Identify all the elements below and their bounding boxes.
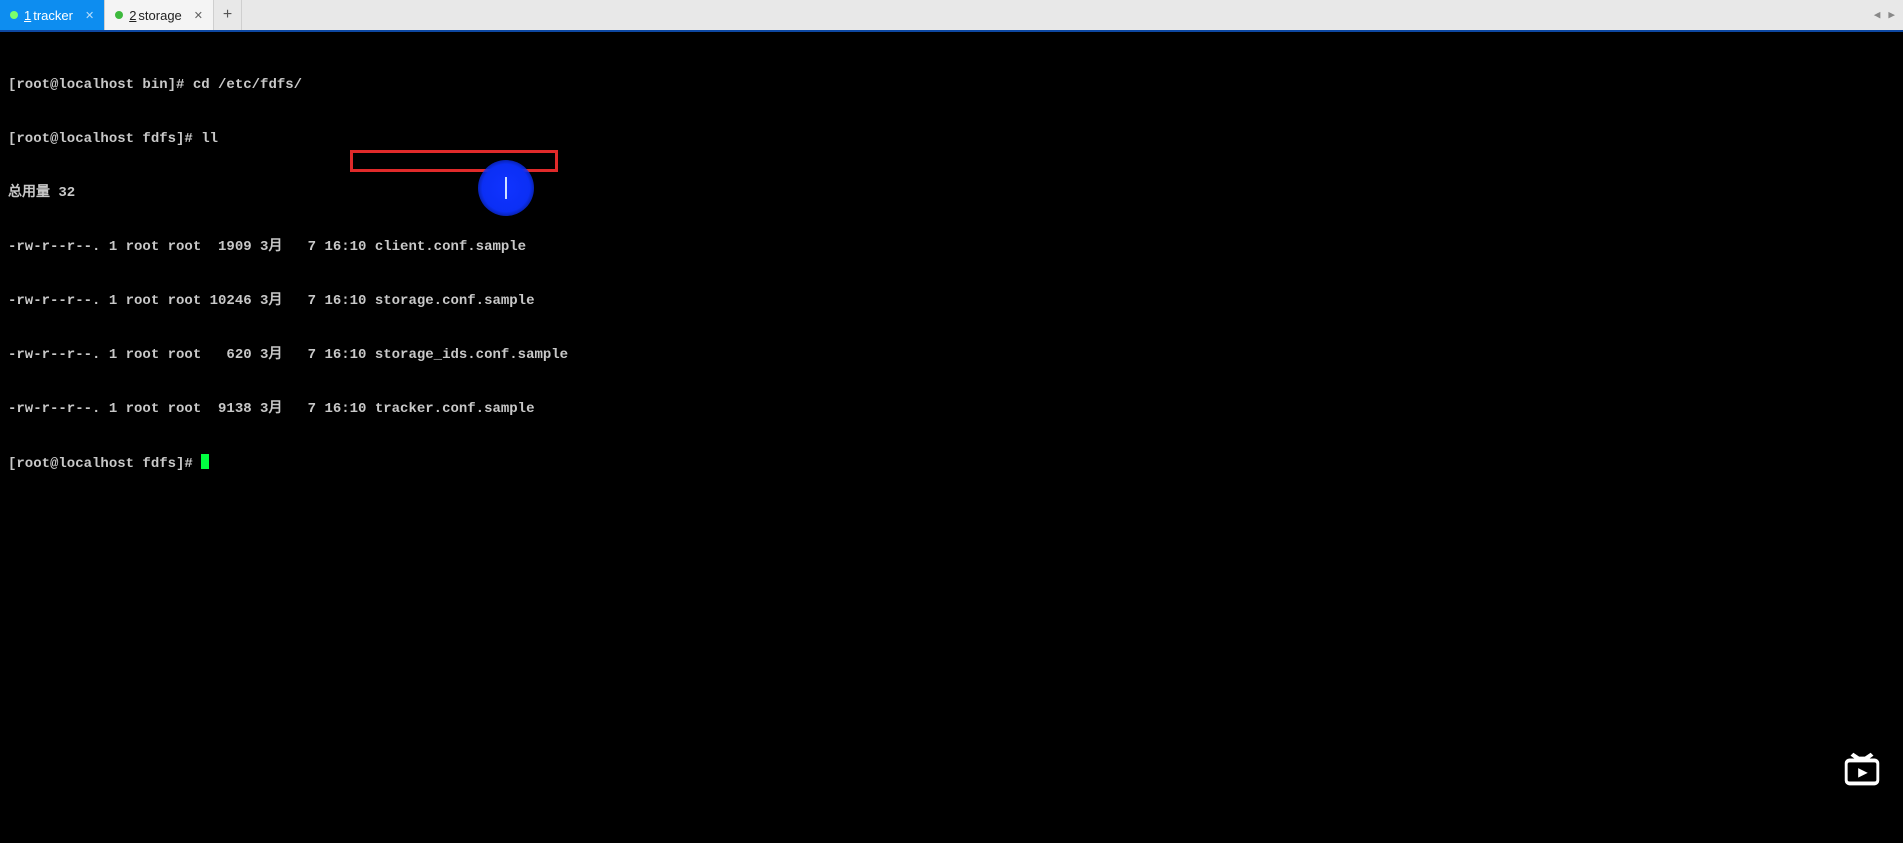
tab-tracker[interactable]: 1tracker ✕ bbox=[0, 0, 105, 30]
tab-bar-spacer bbox=[242, 0, 1866, 30]
tab-nav: ◀ ▶ bbox=[1866, 0, 1903, 30]
tab-number: 1 bbox=[24, 8, 31, 23]
tab-number: 2 bbox=[129, 8, 136, 23]
terminal-line: [root@localhost bin]# cd /etc/fdfs/ bbox=[8, 76, 1895, 94]
terminal-prompt-line: [root@localhost fdfs]# bbox=[8, 454, 1895, 473]
tab-next-icon[interactable]: ▶ bbox=[1888, 8, 1895, 22]
terminal-line: -rw-r--r--. 1 root root 1909 3月 7 16:10 … bbox=[8, 238, 1895, 256]
tab-bar: 1tracker ✕ 2storage ✕ + ◀ ▶ bbox=[0, 0, 1903, 32]
terminal-prompt: [root@localhost fdfs]# bbox=[8, 456, 201, 472]
tab-prev-icon[interactable]: ◀ bbox=[1874, 8, 1881, 22]
terminal-line: -rw-r--r--. 1 root root 9138 3月 7 16:10 … bbox=[8, 400, 1895, 418]
terminal-line: [root@localhost fdfs]# ll bbox=[8, 130, 1895, 148]
close-icon[interactable]: ✕ bbox=[194, 9, 203, 22]
tab-storage[interactable]: 2storage ✕ bbox=[105, 0, 214, 30]
close-icon[interactable]: ✕ bbox=[85, 9, 94, 22]
terminal-line: -rw-r--r--. 1 root root 10246 3月 7 16:10… bbox=[8, 292, 1895, 310]
new-tab-button[interactable]: + bbox=[214, 0, 242, 30]
tab-label: tracker bbox=[33, 8, 73, 23]
session-status-dot-icon bbox=[115, 11, 123, 19]
terminal-output[interactable]: [root@localhost bin]# cd /etc/fdfs/ [roo… bbox=[0, 34, 1903, 843]
session-status-dot-icon bbox=[10, 11, 18, 19]
tab-label: storage bbox=[138, 8, 181, 23]
terminal-line: 总用量 32 bbox=[8, 184, 1895, 202]
video-watermark-icon bbox=[1839, 747, 1885, 793]
terminal-cursor bbox=[201, 454, 209, 469]
terminal-line: -rw-r--r--. 1 root root 620 3月 7 16:10 s… bbox=[8, 346, 1895, 364]
